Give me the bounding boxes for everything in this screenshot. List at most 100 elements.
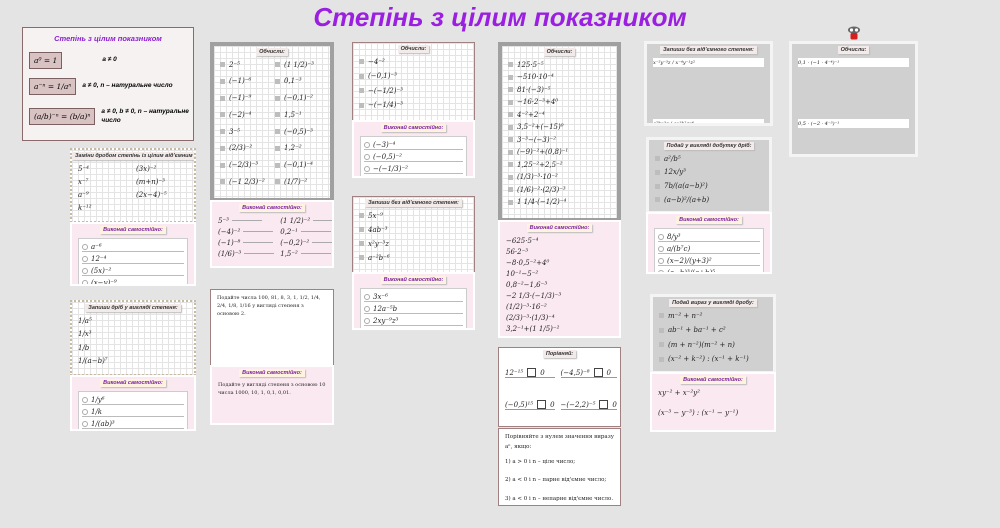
list-item[interactable]: (−1 2/3)⁻² [220,177,269,186]
list-item[interactable]: 1/(ab)³ [82,419,184,429]
list-item[interactable]: (−9)⁻²+(0,8)⁻¹ [508,148,611,157]
list-item[interactable]: −16·2⁻³+4⁰ [508,98,611,107]
list-item[interactable]: (m + n⁻²)(m⁻² + n) [659,340,767,349]
list-item[interactable]: (−0,1)⁻³ [359,72,468,81]
list-item[interactable]: a⁻²b⁻⁶ [359,253,468,262]
list-item[interactable]: (−0,5)⁻² [364,152,463,162]
answer-box[interactable] [593,368,603,377]
list-item[interactable]: 1/y⁶ [82,395,184,405]
checkbox-icon[interactable] [220,95,225,101]
list-item[interactable]: (1/7)⁻² [275,177,324,186]
checkbox-icon[interactable] [220,145,225,151]
checkbox-icon[interactable] [508,199,513,205]
list-item[interactable]: 1,5⁻¹ [275,110,324,119]
list-item[interactable]: (−2)⁻⁴ [220,110,269,119]
list-item[interactable]: 1 1/4·(−1/2)⁻⁴ [508,198,611,207]
list-item[interactable]: (−0,1)⁻⁴ [275,161,324,170]
list-item[interactable]: 8/y³ [658,232,760,242]
list-item[interactable]: 1,25⁻²+2,5⁻² [508,160,611,169]
list-item[interactable]: −(−1/4)⁻³ [359,101,468,110]
checkbox-icon[interactable] [508,187,513,192]
list-item[interactable]: 3⁻⁵ [220,127,269,136]
list-item[interactable]: (2/3)⁻² [220,144,269,153]
list-item[interactable]: x²y⁻³z [359,239,468,248]
checkbox-icon[interactable] [359,241,364,246]
list-item[interactable]: (−0,1)⁻² [275,94,324,103]
radio-button[interactable] [364,330,370,331]
checkbox-icon[interactable] [655,183,660,189]
radio-button[interactable] [82,396,88,403]
checkbox-icon[interactable] [508,174,513,180]
checkbox-icon[interactable] [275,78,280,84]
checkbox-icon[interactable] [220,179,225,185]
list-item[interactable]: (1 1/2)⁻³ [275,60,324,69]
answer-box[interactable] [527,368,537,377]
radio-button[interactable] [364,165,370,172]
list-item[interactable]: (−0,5)⁻³ [275,127,324,136]
list-item[interactable]: −510·10⁻⁴ [508,73,611,82]
checkbox-icon[interactable] [508,137,513,142]
checkbox-icon[interactable] [275,129,280,134]
list-item[interactable]: 3⁻³−(−3)⁻² [508,135,611,144]
list-item[interactable]: 3x⁻⁶ [364,292,463,302]
radio-button[interactable] [364,317,370,324]
checkbox-icon[interactable] [508,112,513,117]
list-item[interactable]: 4⁻²+2⁻⁴ [508,110,611,119]
list-item[interactable]: (x−y)⁻⁹ [82,278,184,284]
checkbox-icon[interactable] [275,62,280,67]
checkbox-icon[interactable] [220,78,225,84]
checkbox-icon[interactable] [359,88,364,93]
list-item[interactable]: (−1)⁻⁶ [220,77,269,86]
checkbox-icon[interactable] [655,197,660,203]
list-item[interactable]: (1/6)⁻²·(2/3)⁻³ [508,185,611,194]
list-item[interactable]: a⁻²b⁻⁵ [364,328,463,330]
radio-button[interactable] [658,269,664,272]
checkbox-icon[interactable] [655,169,660,175]
list-item[interactable]: 2⁻⁵ [220,60,269,69]
list-item[interactable]: 0,1⁻³ [275,77,324,86]
checkbox-icon[interactable] [659,356,664,362]
list-item[interactable]: (−1)⁻⁹ [220,94,269,103]
list-item[interactable]: (a−b)³/(a+b)⁵ [658,268,760,272]
checkbox-icon[interactable] [359,59,364,64]
checkbox-icon[interactable] [659,327,664,333]
list-item[interactable]: 12⁻⁴ [82,254,184,264]
list-item[interactable]: 7b/(a(a−b)²) [655,182,763,191]
list-item[interactable]: 3,5⁻²+(−15)⁰ [508,123,611,132]
checkbox-icon[interactable] [359,213,364,218]
checkbox-icon[interactable] [275,179,280,185]
list-item[interactable]: −4⁻² [359,57,468,66]
list-item[interactable]: (−2/3)⁻³ [220,161,269,170]
list-item[interactable]: 1/k [82,407,184,417]
checkbox-icon[interactable] [359,255,364,260]
radio-button[interactable] [82,255,88,262]
checkbox-icon[interactable] [275,162,280,168]
checkbox-icon[interactable] [275,145,280,151]
checkbox-icon[interactable] [508,124,513,130]
list-item[interactable]: 81·(−3)⁻⁵ [508,85,611,94]
checkbox-icon[interactable] [275,95,280,101]
checkbox-icon[interactable] [275,112,280,118]
list-item[interactable]: (x⁻² + k⁻²) : (x⁻¹ + k⁻¹) [659,355,767,364]
radio-button[interactable] [82,243,88,250]
list-item[interactable]: ab⁻¹ + ba⁻¹ + c² [659,326,767,335]
radio-button[interactable] [364,305,370,312]
checkbox-icon[interactable] [359,227,364,232]
radio-button[interactable] [82,420,88,427]
checkbox-icon[interactable] [508,87,513,92]
list-item[interactable]: 1,2⁻² [275,144,324,153]
list-item[interactable]: −(−1/3)⁻² [364,164,463,174]
radio-button[interactable] [658,245,664,252]
radio-button[interactable] [82,267,88,274]
radio-button[interactable] [364,141,370,148]
radio-button[interactable] [364,153,370,160]
checkbox-icon[interactable] [508,62,513,67]
list-item[interactable]: a⁻⁶ [82,242,184,252]
list-item[interactable]: 4ab⁻³ [359,225,468,234]
list-item[interactable]: 12x/y³ [655,168,763,177]
answer-box[interactable] [599,400,609,409]
list-item[interactable]: a/(b⁷c) [658,244,760,254]
list-item[interactable]: a²/b⁵ [655,154,763,163]
checkbox-icon[interactable] [659,342,664,347]
checkbox-icon[interactable] [220,112,225,118]
